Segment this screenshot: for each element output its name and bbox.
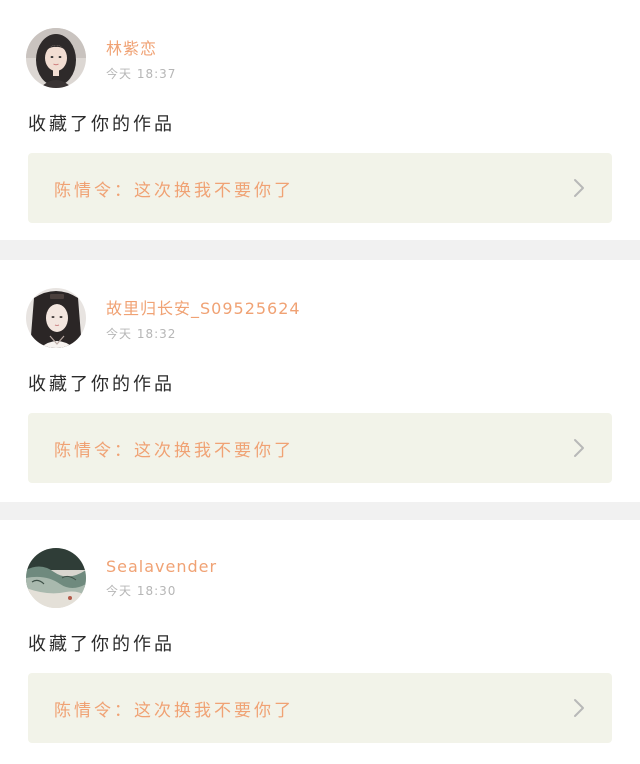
work-title: 陈情令：这次换我不要你了 (54, 700, 294, 721)
avatar-photo-girl-icon (26, 28, 86, 88)
chevron-right-icon (572, 437, 586, 459)
work-title: 陈情令：这次换我不要你了 (54, 180, 294, 201)
work-title: 陈情令：这次换我不要你了 (54, 440, 294, 461)
chevron-right-icon (572, 177, 586, 199)
timestamp: 今天 18:32 (106, 326, 177, 341)
avatar[interactable] (26, 548, 86, 608)
avatar-ink-landscape-icon (26, 548, 86, 608)
user-meta: 林紫恋 今天 18:37 (106, 35, 176, 82)
work-link-card[interactable]: 陈情令：这次换我不要你了 (28, 413, 612, 483)
action-text: 收藏了你的作品 (28, 114, 175, 135)
user-name[interactable]: 林紫恋 (106, 35, 176, 59)
avatar[interactable] (26, 28, 86, 88)
chevron-right-icon (572, 697, 586, 719)
user-name[interactable]: 故里归长安_S09525624 (106, 295, 301, 319)
timestamp: 今天 18:30 (106, 584, 177, 598)
notification-card: Sealavender 今天 18:30 收藏了你的作品 陈情令：这次换我不要你… (0, 520, 640, 764)
timestamp: 今天 18:37 (106, 66, 177, 81)
avatar-illustration-ancient-icon (26, 288, 86, 348)
work-link-card[interactable]: 陈情令：这次换我不要你了 (28, 153, 612, 223)
action-text: 收藏了你的作品 (28, 634, 175, 655)
notification-card: 故里归长安_S09525624 今天 18:32 收藏了你的作品 陈情令：这次换… (0, 260, 640, 502)
user-meta: 故里归长安_S09525624 今天 18:32 (106, 295, 301, 342)
work-link-card[interactable]: 陈情令：这次换我不要你了 (28, 673, 612, 743)
notification-feed: 林紫恋 今天 18:37 收藏了你的作品 陈情令：这次换我不要你了 故里归长安_… (0, 0, 640, 764)
user-name[interactable]: Sealavender (106, 557, 217, 576)
notification-header: 林紫恋 今天 18:37 (26, 28, 176, 88)
notification-header: 故里归长安_S09525624 今天 18:32 (26, 288, 301, 348)
avatar[interactable] (26, 288, 86, 348)
notification-header: Sealavender 今天 18:30 (26, 548, 217, 608)
action-text: 收藏了你的作品 (28, 374, 175, 395)
user-meta: Sealavender 今天 18:30 (106, 557, 217, 599)
notification-card: 林紫恋 今天 18:37 收藏了你的作品 陈情令：这次换我不要你了 (0, 0, 640, 240)
